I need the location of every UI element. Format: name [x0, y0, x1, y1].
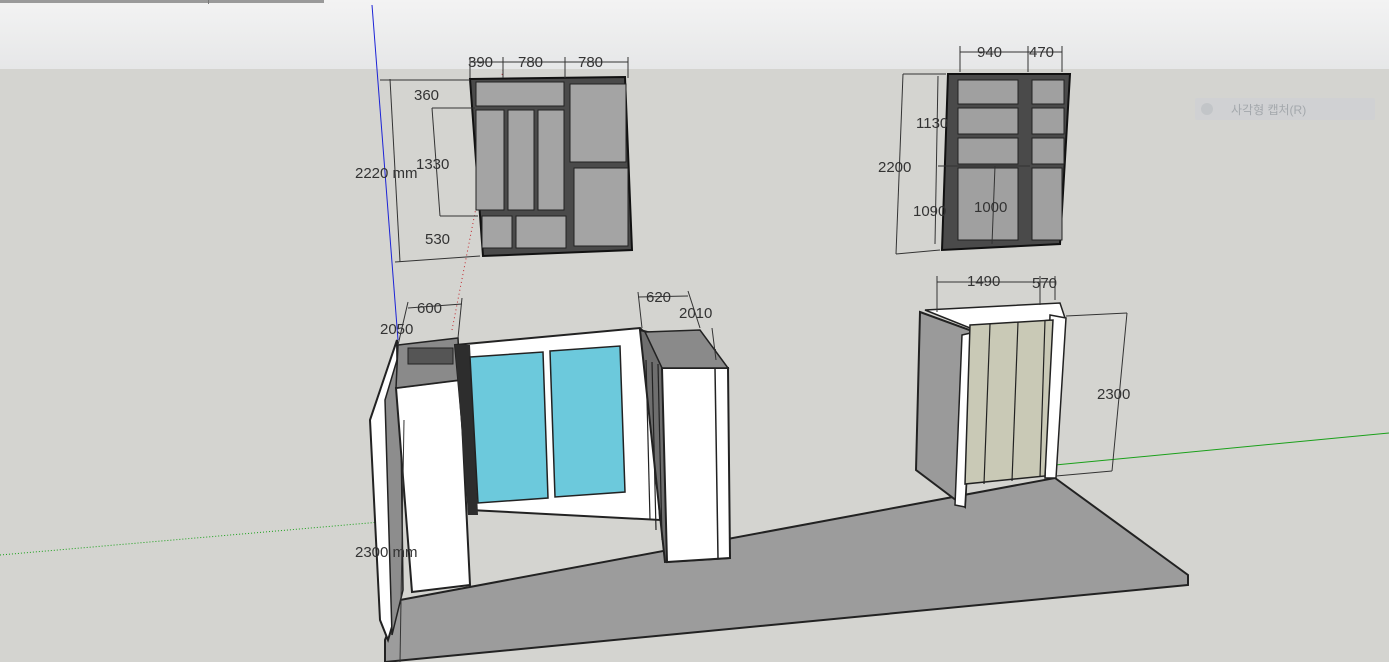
dim-left-height: 2220 mm — [355, 165, 418, 182]
dim-left-depth: 360 — [414, 87, 439, 104]
model-drawing[interactable]: 390 780 780 360 2220 mm 1330 530 940 470… — [0, 0, 1389, 662]
dim-right-inner: 1000 — [974, 199, 1007, 216]
glass-door-right[interactable] — [549, 345, 626, 498]
wardrobe-door-panels[interactable] — [964, 319, 1054, 485]
dim-right-wall-width: 1490 — [967, 273, 1000, 290]
capture-icon — [1201, 103, 1213, 115]
dim-right-w1: 940 — [977, 44, 1002, 61]
dim-right-wall-height: 2300 — [1097, 386, 1130, 403]
dim-left-lower: 530 — [425, 231, 450, 248]
green-axis-hidden — [0, 521, 381, 556]
dim-left-w2: 780 — [518, 54, 543, 71]
dim-left-w1: 390 — [468, 54, 493, 71]
dim-right-wall-depth: 570 — [1032, 275, 1057, 292]
dim-left-w3: 780 — [578, 54, 603, 71]
dim-right-lower: 1090 — [913, 203, 946, 220]
dim-floor-height: 2300 mm — [355, 544, 418, 561]
dim-right-upper: 1130 — [916, 115, 948, 132]
context-menu-ghost[interactable]: 사각형 캡처(R) — [1195, 98, 1375, 120]
context-menu-item-label[interactable]: 사각형 캡처(R) — [1231, 101, 1306, 118]
dim-left-upper: 1330 — [416, 156, 449, 173]
green-axis — [1054, 432, 1389, 466]
dim-left-wall-depth: 600 — [417, 300, 442, 317]
dim-left-wall-height: 2050 — [380, 321, 413, 338]
glass-door-left[interactable] — [469, 351, 549, 504]
left-wall-top-open — [407, 347, 454, 365]
dim-right-w2: 470 — [1029, 44, 1054, 61]
left-cabinet-elevation[interactable] — [468, 75, 634, 258]
right-cabinet-elevation[interactable] — [940, 73, 1072, 252]
dim-middle-depth: 620 — [646, 289, 671, 306]
dim-middle-height: 2010 — [679, 305, 712, 322]
dim-right-height: 2200 — [878, 159, 911, 176]
middle-wall-front[interactable] — [660, 367, 732, 564]
